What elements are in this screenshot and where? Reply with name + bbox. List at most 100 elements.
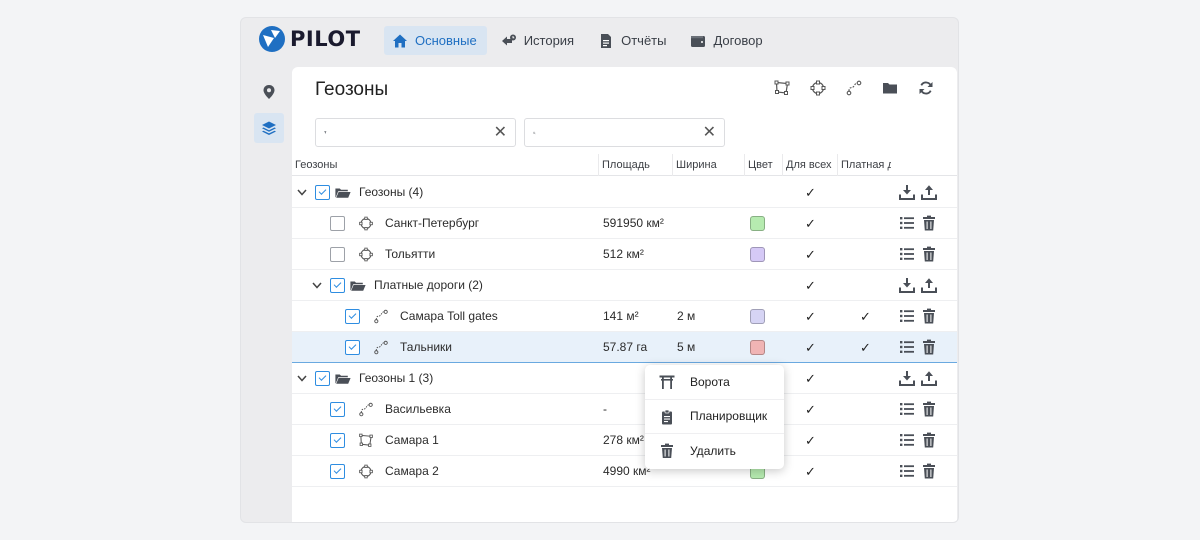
folder-row[interactable]: Геозоны 1 (3) ✓ [292,363,957,394]
column-header-for-all[interactable]: Для всех [782,154,837,176]
for-all-check: ✓ [805,371,816,386]
column-header-area[interactable]: Площадь [598,154,672,176]
row-checkbox[interactable] [330,247,345,262]
chevron-down-icon[interactable] [296,372,308,384]
folder-open-icon [335,374,351,384]
filter-input[interactable] [332,119,488,146]
layers-icon [262,121,276,135]
clear-search-icon[interactable]: ✕ [703,124,716,141]
chevron-down-icon[interactable] [311,279,323,291]
color-swatch[interactable] [750,247,765,262]
search-field[interactable]: ✕ [524,118,725,147]
trash-icon[interactable] [921,432,937,448]
for-all-check: ✓ [805,185,816,200]
table-row[interactable]: Самара 2 4990 км² ✓ [292,456,957,487]
route-icon [374,309,388,324]
route-icon [846,80,862,96]
column-header-width[interactable]: Ширина [672,154,744,176]
for-all-check: ✓ [805,216,816,231]
add-circle-button[interactable] [809,79,827,97]
trash-icon[interactable] [921,401,937,417]
download-icon[interactable] [899,370,915,386]
route-icon [374,340,388,355]
nav-item-label: История [523,33,575,48]
table-row[interactable]: Васильевка - ✓ [292,394,957,425]
row-checkbox[interactable] [330,402,345,417]
folder-row[interactable]: Геозоны (4) ✓ [292,177,957,208]
column-header-paid[interactable]: Платная д [837,154,891,176]
table-row[interactable]: Тольятти 512 км² ✓ [292,239,957,270]
group-checkbox[interactable] [315,185,330,200]
download-icon[interactable] [899,277,915,293]
table-row[interactable]: Санкт-Петербург 591950 км² ✓ [292,208,957,239]
color-swatch[interactable] [750,216,765,231]
add-folder-button[interactable] [881,79,899,97]
color-swatch[interactable] [750,340,765,355]
upload-icon[interactable] [921,184,937,200]
upload-icon[interactable] [921,277,937,293]
row-checkbox[interactable] [330,216,345,231]
group-checkbox[interactable] [315,371,330,386]
row-checkbox[interactable] [345,309,360,324]
trash-icon[interactable] [921,215,937,231]
nav-item-reports[interactable]: Отчёты [590,26,676,55]
app-window: PILOT Основные История Отчёты Договор Ге… [240,17,959,523]
context-menu-item-scheduler[interactable]: Планировщик [645,400,784,435]
trash-icon[interactable] [921,339,937,355]
list-icon[interactable] [899,215,915,231]
nav-item-history[interactable]: История [493,26,584,55]
nav-item-contract[interactable]: Договор [682,26,772,55]
geozone-name: Самара 1 [385,433,439,447]
area-cell: - [603,402,607,416]
table-row[interactable]: Тальники 57.87 га 5 м ✓ ✓ [292,332,957,363]
row-checkbox[interactable] [330,464,345,479]
clear-filter-icon[interactable]: ✕ [494,124,507,141]
table-row[interactable]: Самара 1 278 км² ✓ [292,425,957,456]
add-polygon-button[interactable] [773,79,791,97]
list-icon[interactable] [899,339,915,355]
list-icon[interactable] [899,401,915,417]
table-row[interactable]: Самара Toll gates 141 м² 2 м ✓ ✓ [292,301,957,332]
column-header-name[interactable]: Геозоны [292,154,598,176]
home-icon [393,34,407,47]
folder-icon [883,83,897,94]
map-pin-icon [263,85,275,99]
circle-zone-icon [359,247,373,262]
list-icon[interactable] [899,246,915,262]
nav-item-label: Отчёты [621,33,667,48]
sidebar-item-map[interactable] [254,77,284,107]
top-bar: PILOT Основные История Отчёты Договор [241,18,958,64]
folder-row[interactable]: Платные дороги (2) ✓ [292,270,957,301]
for-all-check: ✓ [805,278,816,293]
context-menu-item-delete[interactable]: Удалить [645,434,784,469]
for-all-check: ✓ [805,433,816,448]
refresh-icon [919,81,933,95]
history-icon [501,34,516,45]
logo: PILOT [258,25,361,53]
list-icon[interactable] [899,463,915,479]
color-swatch[interactable] [750,309,765,324]
for-all-check: ✓ [805,247,816,262]
filter-field[interactable]: ✕ [315,118,516,147]
context-menu-item-gates[interactable]: Ворота [645,365,784,400]
trash-icon[interactable] [921,246,937,262]
column-header-color[interactable]: Цвет [744,154,782,176]
row-checkbox[interactable] [330,433,345,448]
paid-check: ✓ [860,340,871,355]
refresh-button[interactable] [917,79,935,97]
row-checkbox[interactable] [345,340,360,355]
list-icon[interactable] [899,308,915,324]
list-icon[interactable] [899,432,915,448]
search-input[interactable] [541,119,697,146]
trash-icon[interactable] [921,463,937,479]
for-all-check: ✓ [805,340,816,355]
trash-icon[interactable] [921,308,937,324]
sidebar-item-geozones[interactable] [254,113,284,143]
download-icon[interactable] [899,184,915,200]
group-checkbox[interactable] [330,278,345,293]
nav-item-main[interactable]: Основные [384,26,487,55]
chevron-down-icon[interactable] [296,186,308,198]
upload-icon[interactable] [921,370,937,386]
add-route-button[interactable] [845,79,863,97]
filter-icon [324,131,327,134]
